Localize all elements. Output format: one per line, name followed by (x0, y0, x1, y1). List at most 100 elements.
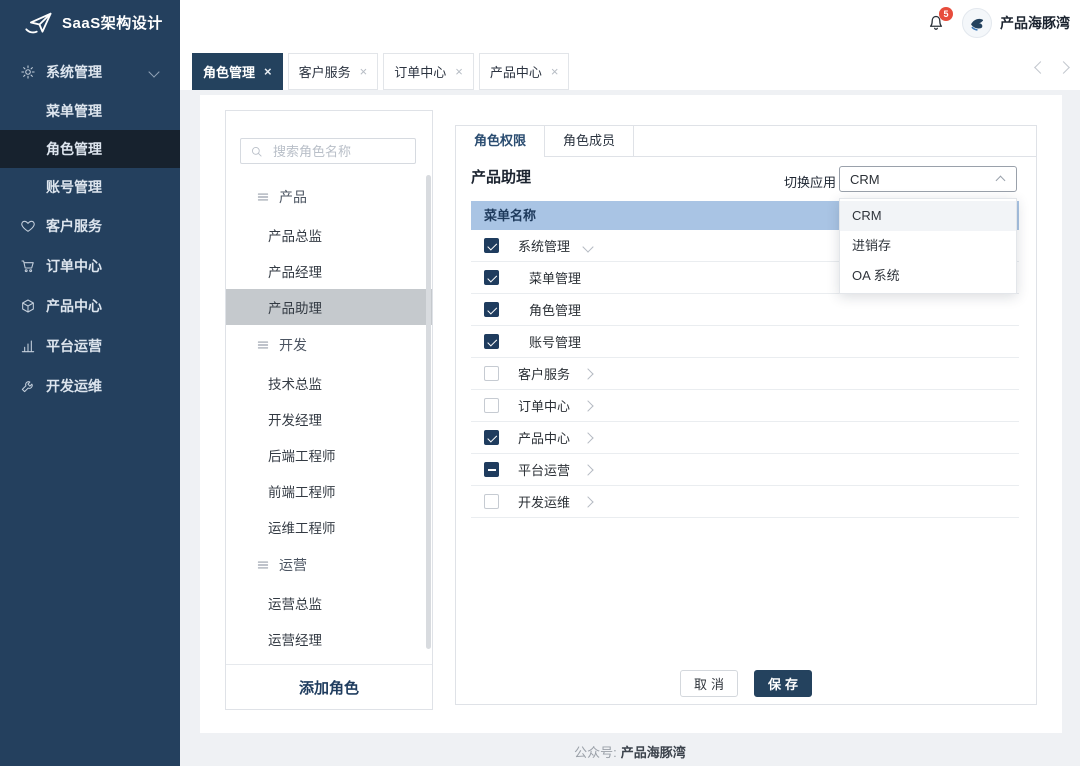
add-role-button[interactable]: 添加角色 (226, 664, 432, 709)
avatar[interactable] (962, 8, 992, 38)
role-item[interactable]: 前端工程师 (226, 473, 432, 509)
menu-name: 平台运营 (518, 460, 570, 479)
hamburger-icon (256, 338, 270, 352)
tabs-next-icon[interactable] (1057, 61, 1070, 74)
tabs-prev-icon[interactable] (1034, 61, 1047, 74)
cancel-button[interactable]: 取消 (680, 670, 738, 697)
checkbox-checked[interactable] (484, 334, 499, 349)
sidebar-subitem-label: 菜单管理 (46, 101, 102, 121)
chevron-right-icon[interactable] (582, 368, 593, 379)
table-row[interactable]: 开发运维 (471, 486, 1019, 518)
tab-role-management[interactable]: 角色管理× (192, 53, 283, 90)
role-item-label: 前端工程师 (268, 481, 336, 501)
sidebar-item-label: 客户服务 (46, 216, 102, 236)
checkbox-unchecked[interactable] (484, 366, 499, 381)
table-row[interactable]: 角色管理 (471, 294, 1019, 326)
role-group-label: 产品 (279, 187, 307, 207)
checkbox-unchecked[interactable] (484, 494, 499, 509)
role-item[interactable]: 产品总监 (226, 217, 432, 253)
role-item[interactable]: 运维工程师 (226, 509, 432, 545)
menu-name: 系统管理 (518, 236, 570, 255)
chevron-right-icon[interactable] (582, 496, 593, 507)
heart-icon (20, 218, 36, 234)
role-search (240, 138, 416, 164)
username: 产品海豚湾 (1000, 13, 1070, 33)
role-item-label: 技术总监 (268, 373, 322, 393)
role-group-header[interactable]: 开发 (226, 325, 432, 365)
sidebar-item-customer-service[interactable]: 客户服务 (0, 206, 180, 246)
tab-close-icon[interactable]: × (360, 65, 368, 78)
role-item[interactable]: 产品助理 (226, 289, 432, 325)
dropdown-option[interactable]: 进销存 (840, 231, 1016, 261)
role-group-header[interactable]: 产品 (226, 177, 432, 217)
sidebar-item-order-center[interactable]: 订单中心 (0, 246, 180, 286)
role-group-header[interactable]: 运营 (226, 545, 432, 585)
dropdown-option[interactable]: OA 系统 (840, 261, 1016, 291)
permission-tabs: 角色权限角色成员 (456, 126, 1036, 157)
app-select[interactable]: CRM (839, 166, 1017, 192)
sidebar-item-label: 平台运营 (46, 336, 102, 356)
permission-panel: 角色权限角色成员 产品助理 切换应用 CRM 菜单名称系统管理菜单管理角色管理账… (455, 125, 1037, 705)
role-search-input[interactable] (271, 143, 415, 160)
checkbox-checked[interactable] (484, 302, 499, 317)
table-row[interactable]: 订单中心 (471, 390, 1019, 422)
role-item-label: 产品经理 (268, 261, 322, 281)
checkbox-checked[interactable] (484, 270, 499, 285)
tab-role-members[interactable]: 角色成员 (545, 126, 634, 156)
chart-icon (20, 338, 36, 354)
chevron-down-icon (148, 66, 159, 77)
tab-label: 产品中心 (490, 62, 542, 81)
chevron-up-icon (996, 176, 1006, 186)
tab-close-icon[interactable]: × (551, 65, 559, 78)
tab-role-permissions[interactable]: 角色权限 (456, 126, 545, 157)
menu-name: 订单中心 (518, 396, 570, 415)
checkbox-unchecked[interactable] (484, 398, 499, 413)
table-row[interactable]: 平台运营 (471, 454, 1019, 486)
tab-customer-service[interactable]: 客户服务× (288, 53, 379, 90)
role-item[interactable]: 运营总监 (226, 585, 432, 621)
app-switch-label: 切换应用 (784, 172, 836, 191)
checkbox-checked[interactable] (484, 430, 499, 445)
table-row[interactable]: 账号管理 (471, 326, 1019, 358)
role-list-scrollbar[interactable] (426, 175, 431, 649)
chevron-right-icon[interactable] (582, 464, 593, 475)
role-item[interactable]: 开发经理 (226, 401, 432, 437)
role-title: 产品助理 (471, 166, 531, 187)
chevron-right-icon[interactable] (582, 400, 593, 411)
table-row[interactable]: 客户服务 (471, 358, 1019, 390)
tab-close-icon[interactable]: × (264, 65, 272, 78)
sidebar-item-devops[interactable]: 开发运维 (0, 366, 180, 406)
sidebar-item-system-management[interactable]: 系统管理 (0, 52, 180, 92)
app-select-dropdown: CRM进销存OA 系统 (839, 198, 1017, 294)
chevron-down-icon[interactable] (582, 241, 593, 252)
tab-close-icon[interactable]: × (455, 65, 463, 78)
sidebar-item-platform-operation[interactable]: 平台运营 (0, 326, 180, 366)
dropdown-option[interactable]: CRM (840, 201, 1016, 231)
role-item-label: 运营总监 (268, 593, 322, 613)
gear-icon (20, 64, 36, 80)
topbar: 5 产品海豚湾 (180, 0, 1080, 45)
save-button[interactable]: 保存 (754, 670, 812, 697)
table-row[interactable]: 产品中心 (471, 422, 1019, 454)
sidebar-subitem-account-management[interactable]: 账号管理 (0, 168, 180, 206)
chevron-right-icon[interactable] (582, 432, 593, 443)
tabbar: 角色管理×客户服务×订单中心× 产品中心 × (180, 45, 1080, 90)
role-item[interactable]: 技术总监 (226, 365, 432, 401)
role-item[interactable]: 后端工程师 (226, 437, 432, 473)
bell-icon[interactable]: 5 (926, 12, 946, 33)
sidebar-item-product-center[interactable]: 产品中心 (0, 286, 180, 326)
footer-account: 产品海豚湾 (621, 745, 686, 760)
checkbox-checked[interactable] (484, 238, 499, 253)
role-item[interactable]: 产品经理 (226, 253, 432, 289)
hamburger-icon (256, 190, 270, 204)
sidebar-subitem-role-management[interactable]: 角色管理 (0, 130, 180, 168)
package-icon (20, 298, 36, 314)
tab-product-center[interactable]: 产品中心 × (479, 53, 570, 90)
role-item[interactable]: 运营经理 (226, 621, 432, 657)
tab-order-center[interactable]: 订单中心× (383, 53, 474, 90)
sidebar-subitem-label: 角色管理 (46, 139, 102, 159)
sidebar-subitem-menu-management[interactable]: 菜单管理 (0, 92, 180, 130)
checkbox-indeterminate[interactable] (484, 462, 499, 477)
main-card: 产品产品总监产品经理产品助理开发技术总监开发经理后端工程师前端工程师运维工程师运… (200, 95, 1062, 733)
brand: SaaS架构设计 (0, 0, 180, 45)
